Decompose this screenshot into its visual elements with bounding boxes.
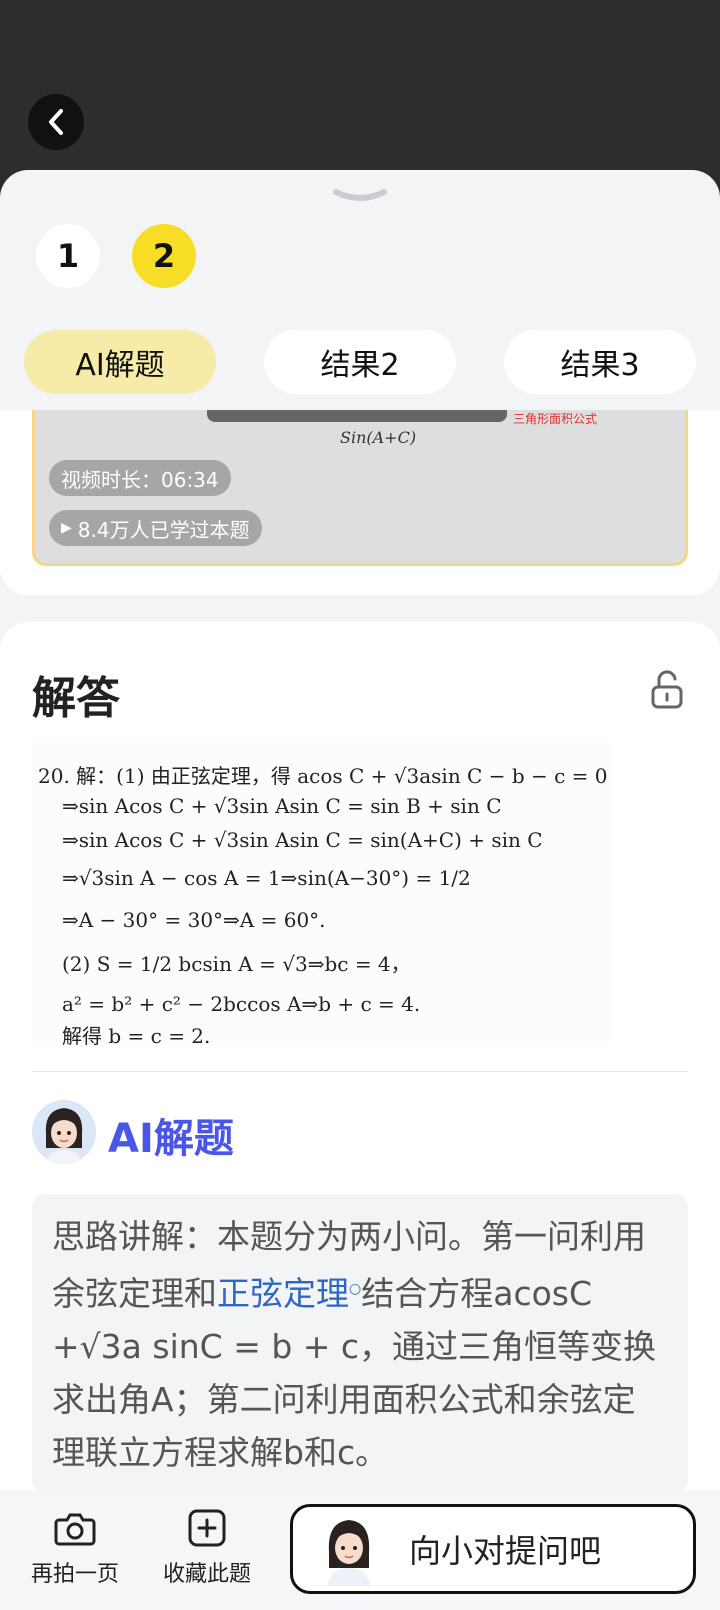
ai-explanation: 思路讲解：本题分为两小问。第一问利用余弦定理和正弦定理○结合方程acosC +√… xyxy=(32,1194,688,1494)
video-duration-badge: 视频时长：06:34 xyxy=(49,460,231,496)
video-progress-bar xyxy=(207,410,507,422)
solution-line: ⇒sin Acos C + √3sin Asin C = sin(A+C) + … xyxy=(62,828,543,852)
learners-text: 8.4万人已学过本题 xyxy=(77,517,250,542)
ask-label: 向小对提问吧 xyxy=(409,1532,602,1570)
chevron-down-icon[interactable] xyxy=(330,184,390,208)
ask-assistant-button[interactable]: 向小对提问吧 xyxy=(290,1504,696,1594)
search-icon[interactable]: ○ xyxy=(349,1281,361,1297)
assistant-avatar xyxy=(317,1512,381,1586)
favorite-label: 收藏此题 xyxy=(162,1562,251,1587)
answer-card: 解答 20. 解：(1) 由正弦定理，得 acos C + √3asin C −… xyxy=(0,622,720,1610)
ai-avatar xyxy=(32,1100,96,1164)
divider xyxy=(32,1071,688,1072)
chevron-left-icon xyxy=(49,109,63,135)
solution-line: ⇒√3sin A − cos A = 1⇒sin(A−30°) = 1/2 xyxy=(62,866,471,890)
back-button[interactable] xyxy=(28,94,84,150)
top-bar xyxy=(0,0,720,175)
play-icon: ▶ xyxy=(61,520,72,536)
question-tab-2[interactable]: 2 xyxy=(132,224,196,288)
sine-law-link[interactable]: 正弦定理 xyxy=(217,1274,349,1313)
solution-line: a² = b² + c² − 2bccos A⇒b + c = 4. xyxy=(62,992,421,1016)
retake-label: 再拍一页 xyxy=(30,1562,119,1587)
solution-image: 20. 解：(1) 由正弦定理，得 acos C + √3asin C − b … xyxy=(32,742,612,1048)
bottom-sheet: 1 2 AI解题 结果2 结果3 三角形面积公式 Sin(A+C) 视频时长：0… xyxy=(0,170,720,1610)
unlock-icon[interactable] xyxy=(650,670,684,710)
favorite-button[interactable]: 收藏此题 xyxy=(152,1506,262,1588)
camera-icon xyxy=(54,1513,96,1546)
bottom-bar: 再拍一页 收藏此题 向小对提问吧 xyxy=(0,1490,720,1610)
add-square-icon xyxy=(188,1509,226,1547)
solution-line: (2) S = 1/2 bcsin A = √3⇒bc = 4， xyxy=(62,952,411,976)
video-duration-text: 视频时长：06:34 xyxy=(61,467,219,492)
learners-badge: ▶ 8.4万人已学过本题 xyxy=(49,510,262,546)
ai-solution-title: AI解题 xyxy=(108,1116,234,1162)
question-tab-1[interactable]: 1 xyxy=(36,224,100,288)
solution-line: 20. 解：(1) 由正弦定理，得 acos C + √3asin C − b … xyxy=(38,764,608,788)
solution-line: 解得 b = c = 2. xyxy=(62,1024,211,1048)
retake-button[interactable]: 再拍一页 xyxy=(20,1506,130,1588)
solution-line: ⇒sin Acos C + √3sin Asin C = sin B + sin… xyxy=(62,794,502,818)
video-formula: Sin(A+C) xyxy=(340,428,417,447)
tab-result-3[interactable]: 结果3 xyxy=(504,330,696,394)
solution-line: ⇒A − 30° = 30°⇒A = 60°. xyxy=(62,908,326,932)
video-thumbnail[interactable]: 三角形面积公式 Sin(A+C) 视频时长：06:34 ▶ 8.4万人已学过本题 xyxy=(32,410,688,566)
video-annotation: 三角形面积公式 xyxy=(513,412,598,426)
tab-ai-solution[interactable]: AI解题 xyxy=(24,330,216,394)
answer-title: 解答 xyxy=(32,673,120,724)
tab-result-2[interactable]: 结果2 xyxy=(264,330,456,394)
